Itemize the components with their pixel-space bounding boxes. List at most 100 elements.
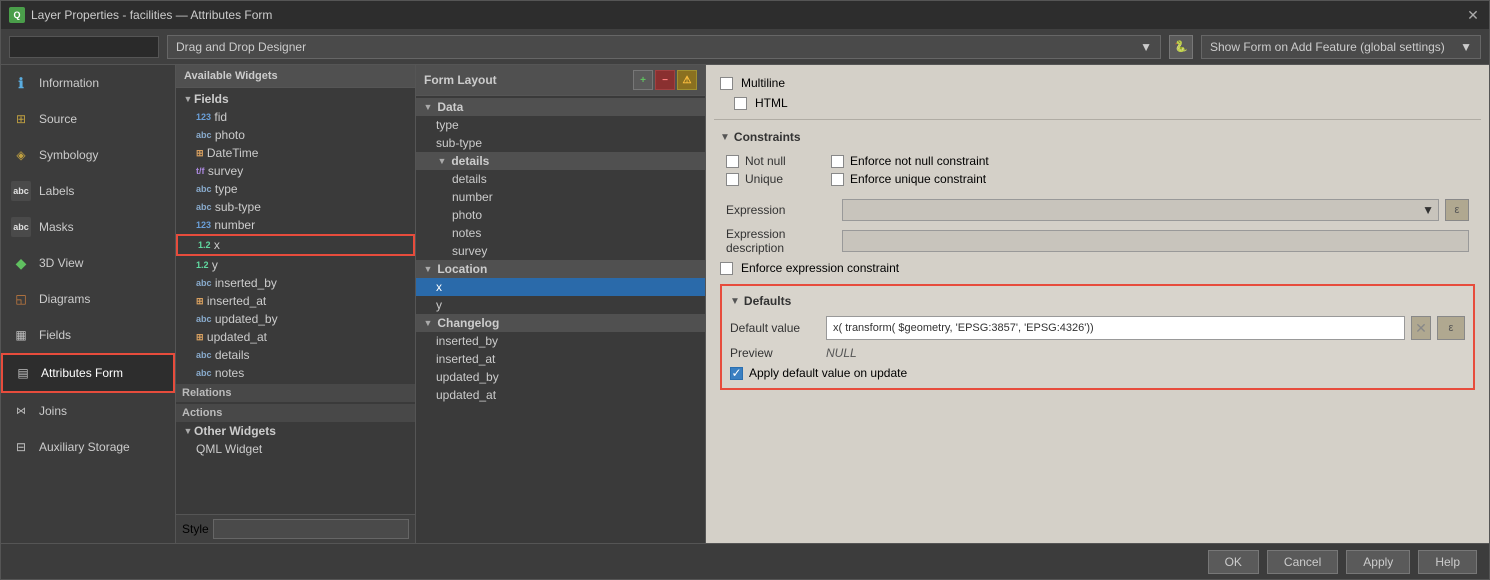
expression-button[interactable]: ε xyxy=(1445,199,1469,221)
sidebar-item-fields[interactable]: ▦ Fields xyxy=(1,317,175,353)
sidebar-item-label: Diagrams xyxy=(39,292,90,306)
source-icon: ⊞ xyxy=(11,109,31,129)
sidebar-item-joins[interactable]: ⋈ Joins xyxy=(1,393,175,429)
actions-section[interactable]: Actions xyxy=(176,404,415,422)
list-item[interactable]: 1.2 y xyxy=(176,256,415,274)
list-item[interactable]: photo xyxy=(416,206,705,224)
right-content: Multiline HTML ▼ Constraints xyxy=(706,65,1489,543)
sidebar-item-masks[interactable]: abc Masks xyxy=(1,209,175,245)
form-group-data[interactable]: ▼ Data xyxy=(416,98,705,116)
list-item[interactable]: abc photo xyxy=(176,126,415,144)
style-dropdown[interactable] xyxy=(213,519,409,539)
not-null-checkbox[interactable] xyxy=(726,155,739,168)
style-label: Style xyxy=(182,522,209,536)
show-form-dropdown[interactable]: Show Form on Add Feature (global setting… xyxy=(1201,35,1481,59)
list-item[interactable]: QML Widget xyxy=(176,440,415,458)
multiline-checkbox[interactable] xyxy=(720,77,733,90)
list-item[interactable]: sub-type xyxy=(416,134,705,152)
list-item[interactable]: abc updated_by xyxy=(176,310,415,328)
warning-button[interactable]: ⚠ xyxy=(677,70,697,90)
list-item[interactable]: inserted_by xyxy=(416,332,705,350)
form-group-details[interactable]: ▼ details xyxy=(416,152,705,170)
sidebar-item-information[interactable]: ℹ Information xyxy=(1,65,175,101)
field-type-icon: 1.2 xyxy=(198,240,211,250)
sidebar-item-source[interactable]: ⊞ Source xyxy=(1,101,175,137)
field-type-icon: abc xyxy=(196,350,212,360)
attributes-form-icon: ▤ xyxy=(13,363,33,383)
expand-arrow[interactable]: ▼ xyxy=(720,132,730,143)
other-widgets-section[interactable]: ▼ Other Widgets xyxy=(176,422,415,440)
constraints-label: Constraints xyxy=(734,130,801,144)
sidebar-item-label: Symbology xyxy=(39,148,98,162)
multiline-label: Multiline xyxy=(741,76,785,90)
help-button[interactable]: Help xyxy=(1418,550,1477,574)
list-item[interactable]: notes xyxy=(416,224,705,242)
sidebar-item-labels[interactable]: abc Labels xyxy=(1,173,175,209)
python-button[interactable]: 🐍 xyxy=(1169,35,1193,59)
relations-section[interactable]: Relations xyxy=(176,384,415,402)
form-group-location[interactable]: ▼ Location xyxy=(416,260,705,278)
default-value-input[interactable] xyxy=(826,316,1405,340)
enforce-expr-checkbox[interactable] xyxy=(720,262,733,275)
list-item[interactable]: details xyxy=(416,170,705,188)
form-item-x[interactable]: x xyxy=(416,278,705,296)
form-group-changelog[interactable]: ▼ Changelog xyxy=(416,314,705,332)
list-item[interactable]: number xyxy=(416,188,705,206)
sidebar-item-3dview[interactable]: ◆ 3D View xyxy=(1,245,175,281)
not-null-row: Not null Enforce not null constraint xyxy=(726,154,1469,168)
ok-button[interactable]: OK xyxy=(1208,550,1259,574)
apply-button[interactable]: Apply xyxy=(1346,550,1410,574)
list-item[interactable]: abc sub-type xyxy=(176,198,415,216)
list-item-x[interactable]: 1.2 x xyxy=(176,234,415,256)
window-title: Layer Properties - facilities — Attribut… xyxy=(31,8,272,22)
sidebar-item-diagrams[interactable]: ◱ Diagrams xyxy=(1,281,175,317)
expression-desc-input[interactable] xyxy=(842,230,1469,252)
apply-default-checkbox[interactable]: ✓ xyxy=(730,367,743,380)
list-item[interactable]: ⊞ updated_at xyxy=(176,328,415,346)
expression-button[interactable]: ε xyxy=(1437,316,1465,340)
available-widgets-header: Available Widgets xyxy=(176,65,415,88)
cancel-button[interactable]: Cancel xyxy=(1267,550,1338,574)
sidebar-item-symbology[interactable]: ◈ Symbology xyxy=(1,137,175,173)
expand-arrow[interactable]: ▼ xyxy=(730,296,740,307)
expression-dropdown[interactable]: ▼ xyxy=(842,199,1439,221)
expand-arrow[interactable]: ▼ xyxy=(182,93,194,105)
enforce-unique-checkbox[interactable] xyxy=(831,173,844,186)
sidebar-item-attributes-form[interactable]: ▤ Attributes Form xyxy=(1,353,175,393)
html-checkbox[interactable] xyxy=(734,97,747,110)
enforce-not-null-checkbox[interactable] xyxy=(831,155,844,168)
other-widgets-label: Other Widgets xyxy=(194,424,276,438)
list-item[interactable]: ⊞ DateTime xyxy=(176,144,415,162)
search-input[interactable] xyxy=(9,36,159,58)
unique-checkbox[interactable] xyxy=(726,173,739,186)
masks-icon: abc xyxy=(11,217,31,237)
list-item[interactable]: t/f survey xyxy=(176,162,415,180)
list-item[interactable]: type xyxy=(416,116,705,134)
list-item[interactable]: 123 number xyxy=(176,216,415,234)
apply-default-label: Apply default value on update xyxy=(749,366,907,380)
list-item[interactable]: updated_by xyxy=(416,368,705,386)
list-item[interactable]: abc type xyxy=(176,180,415,198)
close-button[interactable]: ✕ xyxy=(1465,7,1481,23)
list-item[interactable]: abc inserted_by xyxy=(176,274,415,292)
preview-row: Preview NULL xyxy=(730,346,1465,360)
sidebar-item-auxiliary-storage[interactable]: ⊟ Auxiliary Storage xyxy=(1,429,175,465)
list-item[interactable]: abc details xyxy=(176,346,415,364)
designer-dropdown[interactable]: Drag and Drop Designer ▼ xyxy=(167,35,1161,59)
list-item[interactable]: y xyxy=(416,296,705,314)
list-item[interactable]: inserted_at xyxy=(416,350,705,368)
form-layout-panel: Form Layout + − ⚠ ▼ Data type sub-type xyxy=(416,65,706,543)
list-item[interactable]: ⊞ inserted_at xyxy=(176,292,415,310)
field-type-icon: 123 xyxy=(196,112,211,122)
list-item[interactable]: 123 fid xyxy=(176,108,415,126)
fields-section-header[interactable]: ▼ Fields xyxy=(176,90,415,108)
clear-button[interactable]: ✕ xyxy=(1411,316,1431,340)
list-item[interactable]: survey xyxy=(416,242,705,260)
add-group-button[interactable]: + xyxy=(633,70,653,90)
remove-item-button[interactable]: − xyxy=(655,70,675,90)
apply-default-row: ✓ Apply default value on update xyxy=(730,366,1465,380)
list-item[interactable]: abc notes xyxy=(176,364,415,382)
enforce-unique-label: Enforce unique constraint xyxy=(850,172,986,186)
list-item[interactable]: updated_at xyxy=(416,386,705,404)
expand-arrow[interactable]: ▼ xyxy=(182,425,194,437)
